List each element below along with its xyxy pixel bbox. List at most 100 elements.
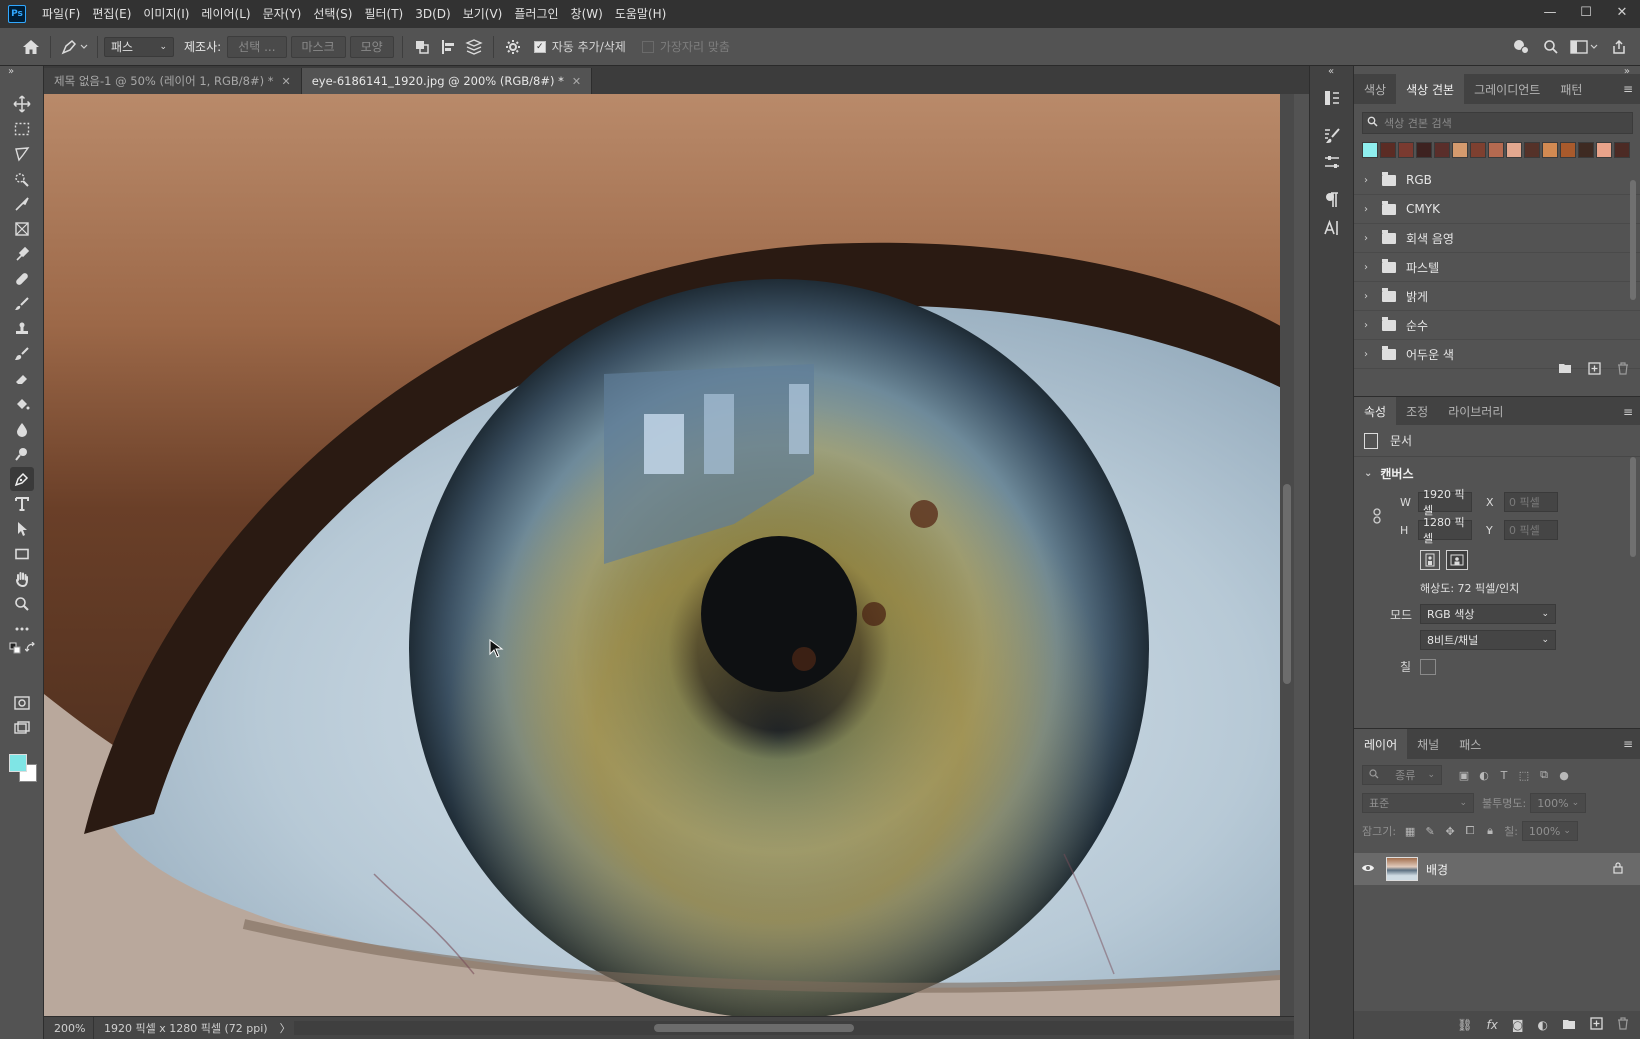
move-tool-icon[interactable]	[10, 92, 34, 116]
x-input[interactable]: 0 픽셀	[1504, 492, 1558, 512]
lasso-tool-icon[interactable]	[10, 142, 34, 166]
trash-icon[interactable]	[1617, 361, 1629, 379]
lock-icon[interactable]	[1613, 861, 1623, 877]
auto-add-delete-option[interactable]: ✓ 자동 추가/삭제	[533, 38, 626, 55]
tab-patterns[interactable]: 패턴	[1550, 74, 1592, 104]
shape-layer-filter-icon[interactable]: ⬚	[1514, 765, 1534, 785]
swatch-group-pastel[interactable]: › 파스텔	[1354, 253, 1640, 282]
y-input[interactable]: 0 픽셀	[1504, 520, 1558, 540]
visibility-eye-icon[interactable]	[1354, 862, 1382, 876]
menu-filter[interactable]: 필터(T)	[358, 0, 409, 28]
tab-gradients[interactable]: 그레이디언트	[1464, 74, 1550, 104]
history-panel-icon[interactable]	[1320, 86, 1344, 110]
maximize-button[interactable]: ☐	[1568, 0, 1604, 24]
brush-tool-icon[interactable]	[10, 292, 34, 316]
menu-layer[interactable]: 레이어(L)	[195, 0, 256, 28]
tab-adjustments[interactable]: 조정	[1396, 397, 1438, 425]
type-tool-icon[interactable]	[10, 492, 34, 516]
trash-icon[interactable]	[1617, 1017, 1629, 1033]
align-edges-checkbox[interactable]	[641, 40, 654, 53]
share-export-icon[interactable]	[1606, 34, 1632, 60]
menu-view[interactable]: 보기(V)	[457, 0, 509, 28]
status-menu-arrow[interactable]: 〉	[280, 1020, 291, 1036]
tab-libraries[interactable]: 라이브러리	[1438, 397, 1513, 425]
foreground-color-swatch[interactable]	[9, 754, 27, 772]
path-operations-icon[interactable]	[409, 34, 435, 60]
menu-plugins[interactable]: 플러그인	[508, 0, 564, 28]
hand-tool-icon[interactable]	[10, 567, 34, 591]
tab-color[interactable]: 색상	[1354, 74, 1396, 104]
swatch-group-rgb[interactable]: › RGB	[1354, 166, 1640, 195]
color-swatch[interactable]	[1524, 142, 1540, 158]
color-swatch[interactable]	[1614, 142, 1630, 158]
tab-layers[interactable]: 레이어	[1354, 729, 1408, 759]
pen-tool-icon[interactable]	[10, 467, 34, 491]
smart-object-filter-icon[interactable]: ⧉	[1534, 765, 1554, 785]
lock-image-icon[interactable]: ✎	[1420, 821, 1440, 841]
more-tools-icon[interactable]	[10, 617, 34, 641]
history-brush-tool-icon[interactable]	[10, 342, 34, 366]
menu-3d[interactable]: 3D(D)	[409, 0, 456, 28]
tab-properties[interactable]: 속성	[1354, 397, 1397, 425]
type-layer-filter-icon[interactable]: T	[1494, 765, 1514, 785]
color-swatch[interactable]	[1488, 142, 1504, 158]
swatch-group-cmyk[interactable]: › CMYK	[1354, 195, 1640, 224]
link-icon[interactable]	[1372, 508, 1382, 527]
close-icon[interactable]: ✕	[572, 75, 581, 88]
color-swatch[interactable]	[1416, 142, 1432, 158]
properties-scrollbar[interactable]	[1629, 449, 1637, 669]
layer-kind-filter[interactable]: 종류 ⌄	[1362, 765, 1442, 785]
object-selection-tool-icon[interactable]	[10, 192, 34, 216]
search-icon[interactable]	[1538, 34, 1564, 60]
pen-tool-preset-icon[interactable]	[57, 34, 91, 60]
minimize-button[interactable]: —	[1532, 0, 1568, 24]
lock-artboard-icon[interactable]: ⧠	[1460, 821, 1480, 841]
adjustment-layer-filter-icon[interactable]: ◐	[1474, 765, 1494, 785]
panel-menu-icon[interactable]: ≡	[1623, 405, 1633, 419]
link-layers-icon[interactable]: ⛓︎	[1457, 1018, 1472, 1032]
portrait-orientation-icon[interactable]	[1420, 550, 1440, 570]
color-swatch[interactable]	[1578, 142, 1594, 158]
width-input[interactable]: 1920 픽셀	[1418, 488, 1472, 517]
filter-toggle-icon[interactable]: ●	[1554, 765, 1574, 785]
zoom-level[interactable]: 200%	[44, 1016, 94, 1039]
screen-mode-icon[interactable]	[10, 716, 34, 740]
layer-style-fx-icon[interactable]: fx	[1487, 1018, 1498, 1032]
close-button[interactable]: ✕	[1604, 0, 1640, 24]
tab-eye-image[interactable]: eye-6186141_1920.jpg @ 200% (RGB/8#) * ✕	[301, 68, 593, 94]
swatch-list-scrollbar[interactable]	[1629, 166, 1637, 356]
path-arrangement-icon[interactable]	[461, 34, 487, 60]
color-swatch[interactable]	[1560, 142, 1576, 158]
horizontal-scroll-thumb[interactable]	[654, 1024, 854, 1032]
document-canvas[interactable]	[44, 94, 1294, 1016]
zoom-tool-icon[interactable]	[10, 592, 34, 616]
quick-mask-icon[interactable]	[10, 691, 34, 715]
collapse-toolbar-icon[interactable]: »	[8, 66, 14, 77]
share-people-icon[interactable]	[1508, 34, 1534, 60]
menu-help[interactable]: 도움말(H)	[609, 0, 673, 28]
height-input[interactable]: 1280 픽셀	[1418, 516, 1472, 545]
panel-menu-icon[interactable]: ≡	[1623, 737, 1633, 751]
dodge-tool-icon[interactable]	[10, 442, 34, 466]
eyedropper-tool-icon[interactable]	[10, 242, 34, 266]
frame-tool-icon[interactable]	[10, 217, 34, 241]
brush-settings-icon[interactable]	[1320, 124, 1344, 148]
color-swatch[interactable]	[1434, 142, 1450, 158]
make-selection-button[interactable]: 선택 ...	[227, 35, 287, 58]
paragraph-icon[interactable]	[1320, 188, 1344, 212]
properties-scroll-thumb[interactable]	[1630, 457, 1636, 557]
color-swatch[interactable]	[1542, 142, 1558, 158]
menu-type[interactable]: 문자(Y)	[257, 0, 308, 28]
home-icon[interactable]	[18, 34, 44, 60]
quick-selection-tool-icon[interactable]	[10, 167, 34, 191]
vertical-scroll-thumb[interactable]	[1283, 484, 1291, 684]
swap-colors-icon[interactable]	[24, 641, 38, 655]
character-icon[interactable]	[1320, 216, 1344, 240]
auto-add-delete-checkbox[interactable]: ✓	[533, 40, 546, 53]
align-edges-option[interactable]: 가장자리 맞춤	[641, 38, 730, 55]
color-swatch[interactable]	[1398, 142, 1414, 158]
swatch-group-grayscale[interactable]: › 회색 음영	[1354, 224, 1640, 253]
pixel-layer-filter-icon[interactable]: ▣	[1454, 765, 1474, 785]
vertical-scrollbar[interactable]	[1280, 94, 1294, 1016]
marquee-tool-icon[interactable]	[10, 117, 34, 141]
